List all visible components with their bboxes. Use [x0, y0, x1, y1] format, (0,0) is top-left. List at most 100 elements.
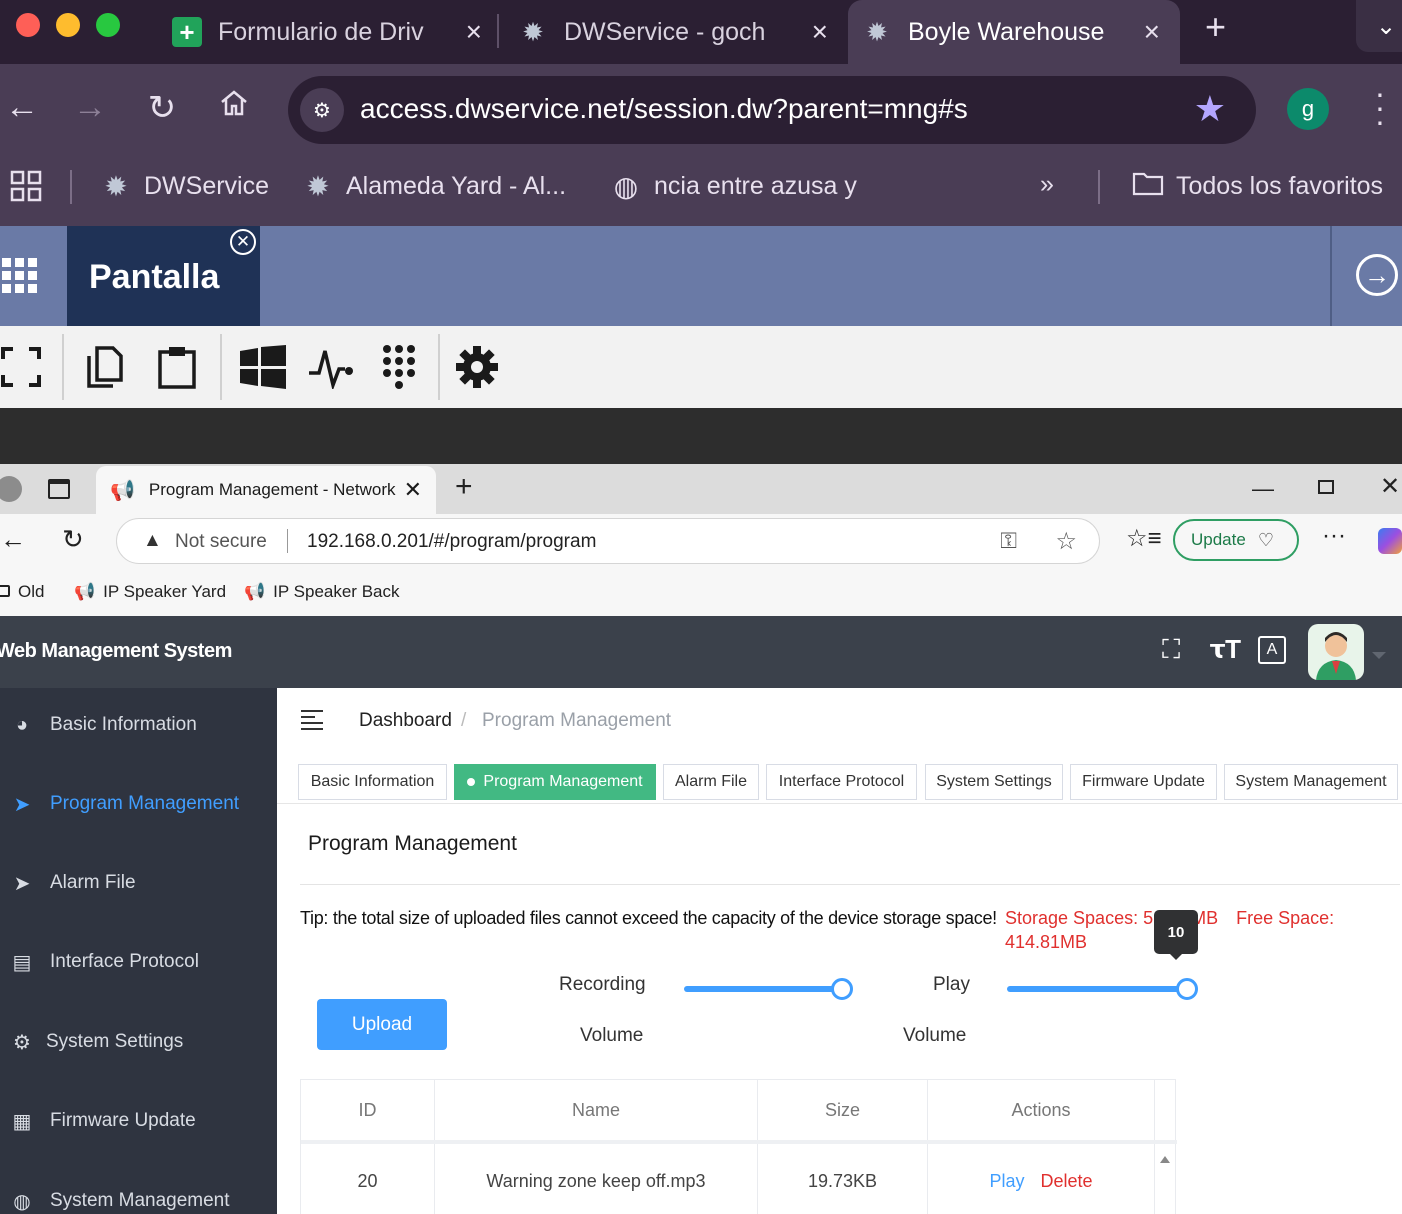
outer-tab-formulario[interactable]: + Formulario de Driv ×	[172, 0, 502, 64]
table-cell-size: 19.73KB	[758, 1144, 928, 1214]
security-label[interactable]: Not secure	[175, 531, 267, 553]
sidebar-item-system-settings[interactable]: ⚙ System Settings	[0, 1022, 277, 1062]
bookmark-old[interactable]: Old	[0, 582, 44, 602]
settings-icon[interactable]	[450, 342, 504, 392]
globe-icon: ◍	[613, 171, 639, 202]
outer-omnibox[interactable]: ⚙ access.dwservice.net/session.dw?parent…	[288, 76, 1256, 144]
all-bookmarks-folder[interactable]: Todos los favoritos	[1132, 170, 1383, 203]
copilot-icon[interactable]	[1378, 528, 1402, 554]
tag-system-settings[interactable]: System Settings	[925, 764, 1063, 800]
dw-session-tab[interactable]: Pantalla ✕	[67, 226, 260, 326]
close-session-icon[interactable]: ✕	[230, 229, 256, 255]
activity-icon[interactable]	[304, 342, 358, 392]
apps-grid-icon[interactable]	[10, 170, 42, 202]
reload-button[interactable]: ↻	[62, 524, 84, 555]
hamburger-menu-icon[interactable]	[301, 710, 325, 730]
new-tab-button[interactable]: +	[1205, 6, 1226, 48]
home-button[interactable]	[212, 88, 256, 127]
warning-icon[interactable]: ▲	[143, 530, 162, 552]
sidebar-item-program-management[interactable]: ➤ Program Management	[0, 784, 277, 824]
breadcrumb-dashboard[interactable]: Dashboard	[359, 710, 452, 732]
grid-icon: ▦	[12, 1110, 32, 1133]
translate-icon[interactable]: A	[1258, 636, 1286, 664]
sidebar-item-system-management[interactable]: ◍ System Management	[0, 1181, 277, 1214]
table-header-size[interactable]: Size	[758, 1080, 928, 1140]
bookmark-ip-speaker-back[interactable]: 📢 IP Speaker Back	[244, 582, 400, 602]
favorites-icon[interactable]: ☆≡	[1126, 524, 1162, 553]
folder-icon	[1132, 170, 1164, 203]
sidebar-item-interface-protocol[interactable]: ▤ Interface Protocol	[0, 942, 277, 982]
table-header-name[interactable]: Name	[435, 1080, 758, 1140]
tab-actions-icon[interactable]	[48, 479, 70, 499]
tag-system-management[interactable]: System Management	[1224, 764, 1398, 800]
play-link[interactable]: Play	[989, 1171, 1024, 1192]
forward-button[interactable]: →	[68, 88, 112, 127]
close-tab-icon[interactable]: ×	[466, 16, 482, 48]
profile-icon[interactable]	[0, 476, 22, 502]
play-volume-slider[interactable]	[1007, 986, 1187, 992]
user-dropdown-caret-icon[interactable]	[1372, 652, 1386, 659]
sidebar-item-firmware-update[interactable]: ▦ Firmware Update	[0, 1101, 277, 1141]
bookmark-ncia[interactable]: ◍ ncia entre azusa y	[610, 170, 857, 203]
key-icon[interactable]: ⚿	[1000, 528, 1017, 554]
inner-tab-program-management[interactable]: 📢 Program Management - Network ✕	[96, 466, 436, 514]
clipboard-icon[interactable]	[150, 342, 204, 392]
inner-omnibox[interactable]: ▲ Not secure 192.168.0.201/#/program/pro…	[116, 518, 1100, 564]
sidebar-item-basic-information[interactable]: ◕ Basic Information	[0, 705, 277, 745]
tag-firmware-update[interactable]: Firmware Update	[1070, 764, 1217, 800]
profile-avatar[interactable]: g	[1287, 88, 1329, 130]
minimize-icon[interactable]: —	[1252, 476, 1274, 502]
close-tab-icon[interactable]: ✕	[404, 477, 422, 503]
new-tab-button[interactable]: +	[455, 470, 473, 504]
bookmark-ip-speaker-yard[interactable]: 📢 IP Speaker Yard	[74, 582, 226, 602]
outer-tab-dwservice[interactable]: ✹ DWService - goch ×	[518, 0, 848, 64]
logout-icon[interactable]: →	[1356, 254, 1398, 296]
settings-more-icon[interactable]: ···	[1322, 522, 1346, 550]
site-settings-icon[interactable]: ⚙	[300, 88, 344, 132]
recording-volume-slider[interactable]	[684, 986, 842, 992]
back-button[interactable]: ←	[0, 88, 44, 127]
fullscreen-icon[interactable]	[0, 342, 48, 392]
fullscreen-icon[interactable]: ⛶	[1162, 634, 1180, 666]
minimize-window-button[interactable]	[56, 13, 80, 37]
close-window-icon[interactable]: ✕	[1380, 472, 1400, 501]
inner-url-text[interactable]: 192.168.0.201/#/program/program	[307, 531, 596, 553]
scroll-up-arrow-icon[interactable]	[1160, 1156, 1170, 1163]
chrome-menu-icon[interactable]: · · ·	[1370, 77, 1390, 137]
keypad-icon[interactable]	[372, 342, 426, 392]
globe-icon: ◍	[13, 1190, 31, 1213]
tag-alarm-file[interactable]: Alarm File	[663, 764, 759, 800]
outer-tab-boyle[interactable]: ✹ Boyle Warehouse ×	[848, 0, 1180, 64]
play-volume-handle[interactable]	[1176, 978, 1198, 1000]
delete-link[interactable]: Delete	[1040, 1171, 1092, 1192]
recording-volume-handle[interactable]	[831, 978, 853, 1000]
close-tab-icon[interactable]: ×	[812, 16, 828, 48]
sidebar-item-alarm-file[interactable]: ➤ Alarm File	[0, 863, 277, 903]
close-tab-icon[interactable]: ×	[1144, 16, 1160, 48]
tag-interface-protocol[interactable]: Interface Protocol	[766, 764, 917, 800]
tag-program-management[interactable]: Program Management	[454, 764, 656, 800]
tab-search-chevron-icon[interactable]: ⌄	[1356, 0, 1402, 52]
apps-menu-icon[interactable]	[0, 256, 40, 296]
font-size-icon[interactable]: ꚍT	[1210, 634, 1241, 665]
back-button[interactable]: ←	[0, 524, 26, 555]
outer-url-text[interactable]: access.dwservice.net/session.dw?parent=m…	[360, 93, 968, 125]
favorite-star-icon[interactable]: ☆	[1055, 527, 1077, 556]
tag-basic-information[interactable]: Basic Information	[298, 764, 447, 800]
update-button[interactable]: Update ♡	[1173, 519, 1299, 561]
windows-icon[interactable]	[236, 342, 290, 392]
upload-button[interactable]: Upload	[317, 999, 447, 1050]
maximize-window-button[interactable]	[96, 13, 120, 37]
restore-icon[interactable]	[1318, 480, 1334, 494]
remote-screen-top-margin	[0, 408, 1402, 464]
reload-button[interactable]: ↻	[140, 88, 184, 128]
bookmark-dwservice[interactable]: ✹ DWService	[100, 170, 269, 203]
table-header-id[interactable]: ID	[301, 1080, 435, 1140]
user-avatar[interactable]	[1308, 624, 1364, 680]
dwservice-toolbar	[0, 326, 1402, 408]
bookmark-alameda[interactable]: ✹ Alameda Yard - Al...	[302, 170, 566, 203]
bookmark-star-icon[interactable]: ★	[1194, 88, 1226, 130]
more-bookmarks-icon[interactable]: »	[1040, 170, 1054, 199]
copy-icon[interactable]	[78, 342, 132, 392]
close-window-button[interactable]	[16, 13, 40, 37]
